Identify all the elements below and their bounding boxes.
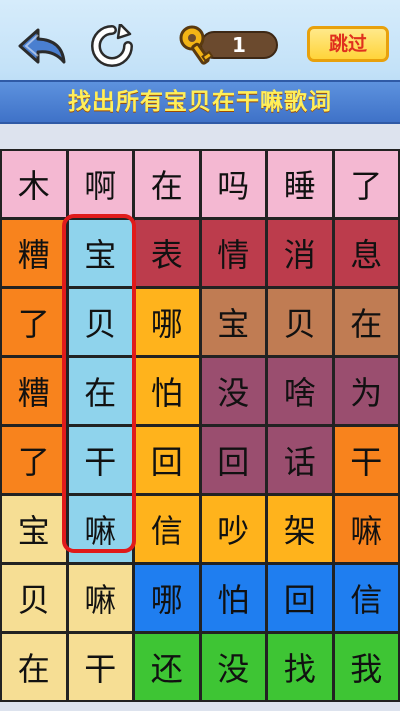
grid-cell[interactable]: 睡 [268, 151, 332, 217]
grid-cell[interactable]: 哪 [135, 289, 199, 355]
refresh-icon[interactable] [84, 22, 140, 70]
grid-cell[interactable]: 糟 [2, 358, 66, 424]
grid-cell[interactable]: 啊 [68, 151, 132, 217]
grid-cell[interactable]: 信 [135, 496, 199, 562]
grid-cell[interactable]: 了 [334, 151, 398, 217]
grid-cell[interactable]: 木 [2, 151, 66, 217]
grid-cell[interactable]: 回 [268, 565, 332, 631]
grid-cell[interactable]: 干 [334, 427, 398, 493]
grid-cell[interactable]: 干 [68, 427, 132, 493]
back-arrow-icon[interactable] [14, 22, 70, 70]
grid-cell[interactable]: 回 [201, 427, 265, 493]
grid-cell[interactable]: 糟 [2, 220, 66, 286]
grid-cell[interactable]: 嘛 [68, 496, 132, 562]
grid-cell[interactable]: 我 [334, 634, 398, 700]
grid-cell[interactable]: 贝 [68, 289, 132, 355]
grid-cell[interactable]: 没 [201, 358, 265, 424]
grid-cell[interactable]: 表 [135, 220, 199, 286]
grid-cell[interactable]: 了 [2, 289, 66, 355]
grid-cell[interactable]: 架 [268, 496, 332, 562]
grid-cell[interactable]: 在 [334, 289, 398, 355]
grid-cell[interactable]: 干 [68, 634, 132, 700]
grid-cell[interactable]: 了 [2, 427, 66, 493]
grid-cell[interactable]: 找 [268, 634, 332, 700]
grid-cell[interactable]: 没 [201, 634, 265, 700]
grid-cell[interactable]: 在 [68, 358, 132, 424]
grid-cell[interactable]: 还 [135, 634, 199, 700]
grid-cell[interactable]: 在 [135, 151, 199, 217]
grid-cell[interactable]: 啥 [268, 358, 332, 424]
character-grid: 木啊在吗睡了糟宝表情消息了贝哪宝贝在糟在怕没啥为了干回回话干宝嘛信吵架嘛贝嘛哪怕… [0, 149, 400, 702]
key-counter: 1 [178, 25, 280, 65]
grid-cell[interactable]: 息 [334, 220, 398, 286]
grid-cell[interactable]: 吵 [201, 496, 265, 562]
grid-cell[interactable]: 嘛 [68, 565, 132, 631]
grid-cell[interactable]: 贝 [268, 289, 332, 355]
grid-cell[interactable]: 为 [334, 358, 398, 424]
grid-cell[interactable]: 宝 [68, 220, 132, 286]
grid-cell[interactable]: 情 [201, 220, 265, 286]
key-icon [179, 25, 214, 65]
grid-cell[interactable]: 怕 [201, 565, 265, 631]
grid-cell[interactable]: 话 [268, 427, 332, 493]
grid-cell[interactable]: 吗 [201, 151, 265, 217]
grid-cell[interactable]: 消 [268, 220, 332, 286]
grid-cell[interactable]: 信 [334, 565, 398, 631]
grid-cell[interactable]: 在 [2, 634, 66, 700]
grid-cell[interactable]: 哪 [135, 565, 199, 631]
grid-cell[interactable]: 嘛 [334, 496, 398, 562]
skip-button[interactable]: 跳过 [307, 26, 389, 62]
grid-cell[interactable]: 回 [135, 427, 199, 493]
grid-cell[interactable]: 贝 [2, 565, 66, 631]
grid-cell[interactable]: 怕 [135, 358, 199, 424]
grid-cell[interactable]: 宝 [2, 496, 66, 562]
grid-cell[interactable]: 宝 [201, 289, 265, 355]
task-title: 找出所有宝贝在干嘛歌词 [0, 80, 400, 124]
